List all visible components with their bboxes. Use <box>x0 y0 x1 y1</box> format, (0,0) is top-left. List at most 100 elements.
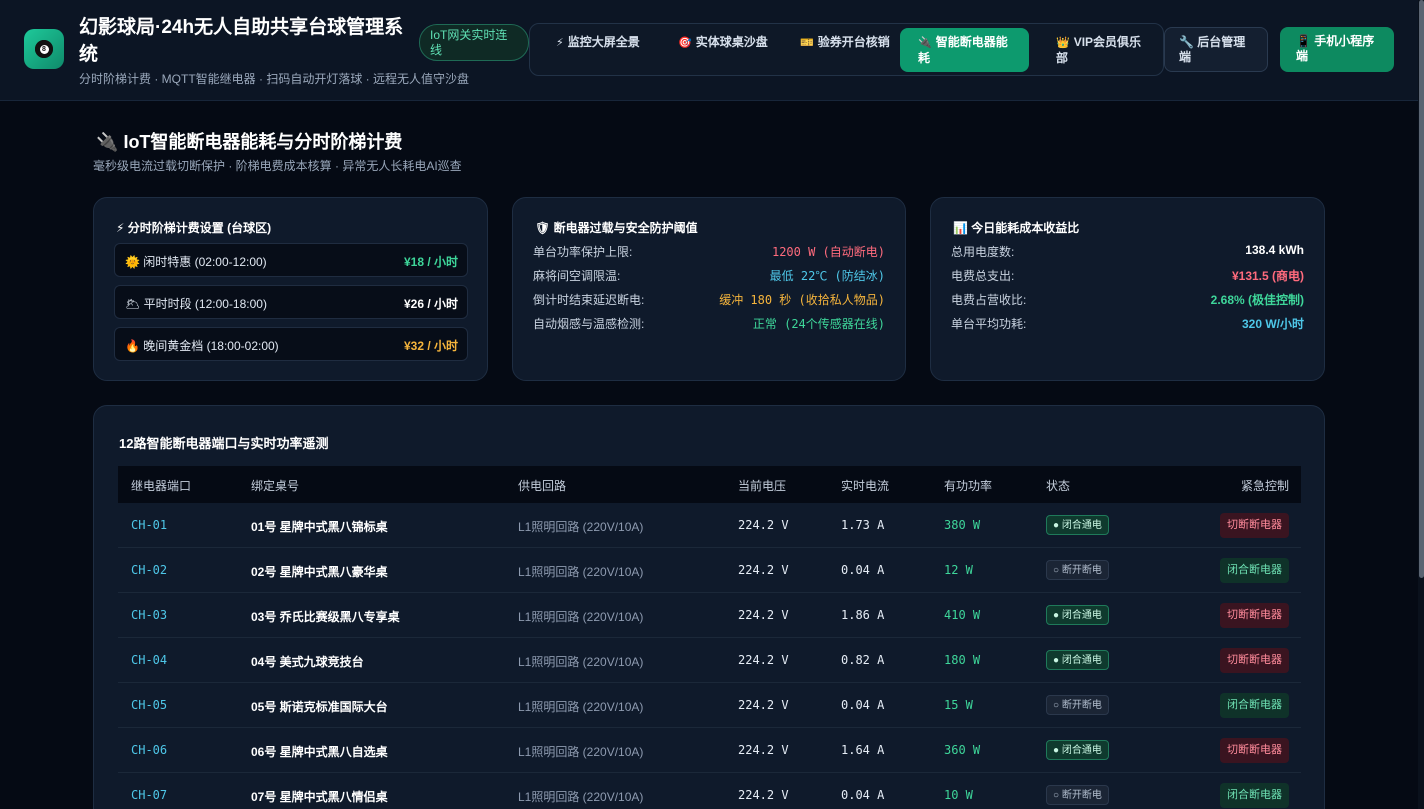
power-circuit: L1照明回路 (220V/10A) <box>518 610 644 624</box>
bound-desk: 02号 星牌中式黑八豪华桌 <box>251 565 388 579</box>
status-badge: ● 闭合通电 <box>1046 605 1109 625</box>
app-logo: 8 <box>24 29 64 69</box>
current-value: 1.73 A <box>841 518 885 532</box>
pricing-tier-offpeak[interactable]: 🌞 闲时特惠 (02:00-12:00) ¥18 / 小时 <box>114 243 468 277</box>
voltage-value: 224.2 V <box>738 608 789 622</box>
wrench-icon: 🔧 <box>1179 35 1194 49</box>
protection-row: 倒计时结束延迟断电: 缓冲 180 秒 (收拾私人物品) <box>533 293 885 307</box>
current-value: 0.04 A <box>841 788 885 802</box>
protection-title: 🛡 断电器过载与安全防护阈值 <box>535 221 698 235</box>
table-row: CH-07 07号 星牌中式黑八情侣桌 L1照明回路 (220V/10A) 224.2… <box>118 773 1301 809</box>
lightning-icon: ⚡ <box>116 221 125 235</box>
power-value: 15 W <box>944 698 973 712</box>
pricing-tier-peak[interactable]: 🔥 晚间黄金档 (18:00-02:00) ¥32 / 小时 <box>114 327 468 361</box>
app-title: 幻影球局·24h无人自助共享台球管理系统 <box>79 17 404 65</box>
pricing-tier-normal[interactable]: 🌥 平时时段 (12:00-18:00) ¥26 / 小时 <box>114 285 468 319</box>
power-circuit: L1照明回路 (220V/10A) <box>518 655 644 669</box>
power-circuit: L1照明回路 (220V/10A) <box>518 790 644 804</box>
column-header: 绑定桌号 <box>251 479 300 493</box>
bound-desk: 03号 乔氏比赛级黑八专享桌 <box>251 610 400 624</box>
energy-row: 电费总支出: ¥131.5 (商电) <box>951 269 1304 283</box>
nav-monitor[interactable]: ⚡ 监控大屏全景 <box>538 28 656 72</box>
voltage-value: 224.2 V <box>738 788 789 802</box>
tier-price: ¥18 / 小时 <box>403 255 458 269</box>
protection-row: 自动烟感与温感检测: 正常 (24个传感器在线) <box>533 317 885 331</box>
bound-desk: 06号 星牌中式黑八自选桌 <box>251 745 388 759</box>
energy-row: 电费占营收比: 2.68% (极佳控制) <box>951 293 1304 307</box>
tier-price: ¥32 / 小时 <box>403 339 458 353</box>
shield-icon: 🛡 <box>535 221 551 235</box>
table-row: CH-05 05号 斯诺克标准国际大台 L1照明回路 (220V/10A) 224.2… <box>118 683 1301 728</box>
power-circuit: L1照明回路 (220V/10A) <box>518 745 644 759</box>
power-value: 380 W <box>944 518 981 532</box>
relay-port: CH-03 <box>131 608 168 622</box>
section-title: 🔌 IoT智能断电器能耗与分时阶梯计费 <box>96 132 403 152</box>
target-icon: 🎯 <box>678 37 692 49</box>
table-row: CH-03 03号 乔氏比赛级黑八专享桌 L1照明回路 (220V/10A) 224.… <box>118 593 1301 638</box>
cut-breaker-button[interactable]: 切断断电器 <box>1220 648 1289 673</box>
mini-program-button[interactable]: 📱 手机小程序端 <box>1280 27 1394 72</box>
nav-breaker-energy[interactable]: 🔌 智能断电器能耗 <box>900 28 1029 72</box>
status-badge: ● 闭合通电 <box>1046 740 1109 760</box>
table-row: CH-02 02号 星牌中式黑八豪华桌 L1照明回路 (220V/10A) 224.2… <box>118 548 1301 593</box>
bound-desk: 05号 斯诺克标准国际大台 <box>251 700 388 714</box>
cloud-sun-icon: 🌥 <box>125 297 141 311</box>
status-badge: ● 闭合通电 <box>1046 650 1109 670</box>
column-header: 有功功率 <box>944 479 993 493</box>
voltage-value: 224.2 V <box>738 743 789 757</box>
relay-port: CH-05 <box>131 698 168 712</box>
energy-card: 📊 今日能耗成本收益比 总用电度数: 138.4 kWh 电费总支出: ¥131.5… <box>930 197 1325 381</box>
energy-row: 单台平均功耗: 320 W/小时 <box>951 317 1304 331</box>
page-scrollbar-thumb[interactable] <box>1419 0 1424 578</box>
status-badge: ● 闭合通电 <box>1046 515 1109 535</box>
relay-port: CH-02 <box>131 563 168 577</box>
power-circuit: L1照明回路 (220V/10A) <box>518 565 644 579</box>
cut-breaker-button[interactable]: 切断断电器 <box>1220 738 1289 763</box>
table-row: CH-04 04号 美式九球竞技台 L1照明回路 (220V/10A) 224.2 V… <box>118 638 1301 683</box>
billiard-ball-icon: 8 <box>35 40 53 58</box>
pricing-title: ⚡ 分时阶梯计费设置 (台球区) <box>116 221 272 235</box>
status-badge: ○ 断开断电 <box>1046 785 1109 805</box>
protection-row: 单台功率保护上限: 1200 W (自动断电) <box>533 245 885 259</box>
table-row: CH-01 01号 星牌中式黑八锦标桌 L1照明回路 (220V/10A) 224.2… <box>118 503 1301 548</box>
cut-breaker-button[interactable]: 切断断电器 <box>1220 603 1289 628</box>
relay-port: CH-04 <box>131 653 168 667</box>
main-nav: ⚡ 监控大屏全景 🎯 实体球桌沙盘 🎫 验券开台核销 🔌 智能断电器能耗 👑 VIP会员俱… <box>529 23 1164 76</box>
ticket-icon: 🎫 <box>800 37 814 49</box>
current-value: 0.04 A <box>841 698 885 712</box>
current-value: 0.04 A <box>841 563 885 577</box>
protection-row: 麻将间空调限温: 最低 22℃ (防结冰) <box>533 269 885 283</box>
current-value: 0.82 A <box>841 653 885 667</box>
column-header: 供电回路 <box>518 479 567 493</box>
bar-chart-icon: 📊 <box>953 221 968 235</box>
close-breaker-button[interactable]: 闭合断电器 <box>1220 693 1289 718</box>
current-value: 1.86 A <box>841 608 885 622</box>
top-header: 8 幻影球局·24h无人自助共享台球管理系统 分时阶梯计费 · MQTT智能继电… <box>0 0 1418 101</box>
power-value: 410 W <box>944 608 981 622</box>
energy-row: 总用电度数: 138.4 kWh <box>951 243 1304 259</box>
cut-breaker-button[interactable]: 切断断电器 <box>1220 513 1289 538</box>
app-subtitle: 分时阶梯计费 · MQTT智能继电器 · 扫码自动开灯落球 · 远程无人值守沙盘 <box>79 72 469 86</box>
status-badge: ○ 断开断电 <box>1046 560 1109 580</box>
crown-icon: 👑 <box>1056 37 1070 49</box>
energy-title: 📊 今日能耗成本收益比 <box>953 221 1080 235</box>
relay-table-card: 12路智能断电器端口与实时功率遥测 继电器端口 绑定桌号 供电回路 当前电压 实… <box>93 405 1325 809</box>
current-value: 1.64 A <box>841 743 885 757</box>
column-header: 当前电压 <box>738 479 787 493</box>
pricing-card: ⚡ 分时阶梯计费设置 (台球区) 🌞 闲时特惠 (02:00-12:00) ¥1… <box>93 197 488 381</box>
nav-table-sandbox[interactable]: 🎯 实体球桌沙盘 <box>660 28 778 72</box>
column-header: 实时电流 <box>841 479 890 493</box>
nav-voucher[interactable]: 🎫 验券开台核销 <box>782 28 900 72</box>
voltage-value: 224.2 V <box>738 653 789 667</box>
relay-port: CH-06 <box>131 743 168 757</box>
power-circuit: L1照明回路 (220V/10A) <box>518 700 644 714</box>
admin-console-button[interactable]: 🔧 后台管理端 <box>1164 27 1268 72</box>
bound-desk: 04号 美式九球竞技台 <box>251 655 364 669</box>
bound-desk: 07号 星牌中式黑八情侣桌 <box>251 790 388 804</box>
power-circuit: L1照明回路 (220V/10A) <box>518 520 644 534</box>
close-breaker-button[interactable]: 闭合断电器 <box>1220 558 1289 583</box>
voltage-value: 224.2 V <box>738 563 789 577</box>
nav-vip-club[interactable]: 👑 VIP会员俱乐部 <box>1038 28 1162 72</box>
close-breaker-button[interactable]: 闭合断电器 <box>1220 783 1289 808</box>
tier-price: ¥26 / 小时 <box>403 297 458 311</box>
